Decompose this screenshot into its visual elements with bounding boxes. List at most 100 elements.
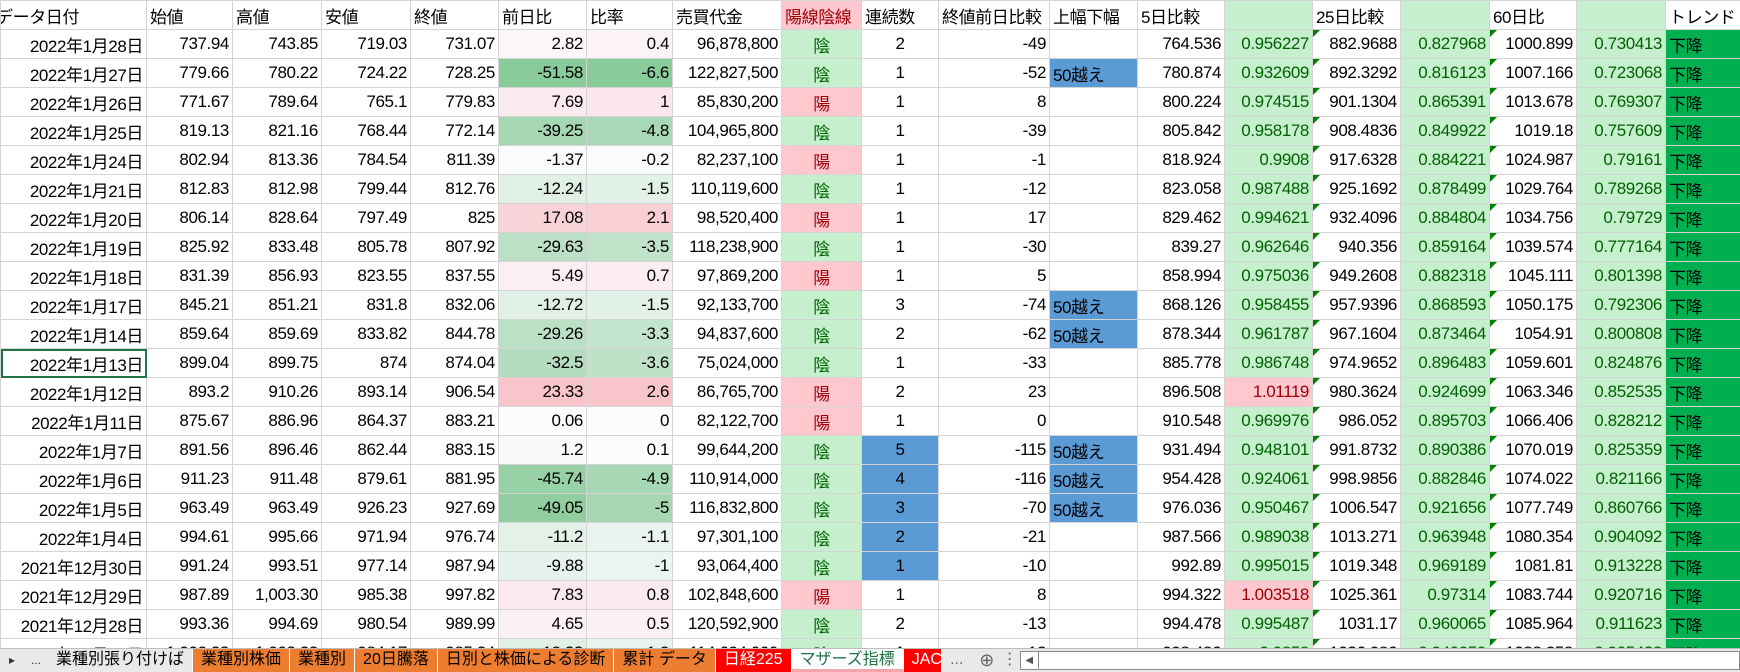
cell-range[interactable] xyxy=(1049,174,1138,204)
cell-trend[interactable]: 下降 xyxy=(1665,551,1740,581)
cell-ma25[interactable]: 1025.361 xyxy=(1312,580,1401,610)
cell-volume[interactable]: 94,837,600 xyxy=(672,319,782,349)
cell-ma60-ratio[interactable]: 0.913228 xyxy=(1576,551,1666,581)
cell-open[interactable]: 859.64 xyxy=(146,319,233,349)
cell-low[interactable]: 823.55 xyxy=(321,261,411,291)
cell-open[interactable]: 963.49 xyxy=(146,493,233,523)
cell-close[interactable]: 883.15 xyxy=(410,435,499,465)
cell-ma5[interactable]: 878.344 xyxy=(1137,319,1225,349)
cell-high[interactable]: 994.69 xyxy=(232,609,322,639)
cell-volume[interactable]: 82,237,100 xyxy=(672,145,782,175)
cell-streak[interactable]: 2 xyxy=(861,29,939,59)
cell-close[interactable]: 906.54 xyxy=(410,377,499,407)
cell-ma60[interactable]: 1066.406 xyxy=(1489,406,1577,436)
cell-ma5[interactable]: 868.126 xyxy=(1137,290,1225,320)
cell-rate[interactable]: -1.2 xyxy=(586,638,673,648)
cell-ma5[interactable]: 829.462 xyxy=(1137,203,1225,233)
cell-ma60-ratio[interactable]: 0.852535 xyxy=(1576,377,1666,407)
cell-rate[interactable]: -6.6 xyxy=(586,58,673,88)
split-handle-icon[interactable]: ⋮ xyxy=(1002,649,1018,672)
cell-rate[interactable]: 0.1 xyxy=(586,435,673,465)
cell-ma25-ratio[interactable]: 0.865391 xyxy=(1400,87,1490,117)
cell-rate[interactable]: 2.1 xyxy=(586,203,673,233)
cell-rate[interactable]: 0.4 xyxy=(586,29,673,59)
cell-change[interactable]: 17.08 xyxy=(498,203,587,233)
cell-ma60-ratio[interactable]: 0.769307 xyxy=(1576,87,1666,117)
cell-ma25-ratio[interactable]: 0.969189 xyxy=(1400,551,1490,581)
cell-open[interactable]: 806.14 xyxy=(146,203,233,233)
cell-high[interactable]: 743.85 xyxy=(232,29,322,59)
cell-close[interactable]: 779.83 xyxy=(410,87,499,117)
cell-ma60[interactable]: 1083.744 xyxy=(1489,580,1577,610)
cell-rate[interactable]: -3.6 xyxy=(586,348,673,378)
cell-close-diff[interactable]: 23 xyxy=(938,377,1050,407)
cell-ma25[interactable]: 974.9652 xyxy=(1312,348,1401,378)
cell-high[interactable]: 851.21 xyxy=(232,290,322,320)
cell-open[interactable]: 825.92 xyxy=(146,232,233,262)
cell-close-diff[interactable]: 17 xyxy=(938,203,1050,233)
cell-date[interactable]: 2021年12月30日 xyxy=(0,551,147,581)
cell-low[interactable]: 805.78 xyxy=(321,232,411,262)
cell-rate[interactable]: 0 xyxy=(586,406,673,436)
cell-close-diff[interactable]: -10 xyxy=(938,551,1050,581)
cell-close[interactable]: 844.78 xyxy=(410,319,499,349)
cell-range[interactable] xyxy=(1049,609,1138,639)
cell-candle[interactable]: 陰 xyxy=(781,638,862,648)
cell-high[interactable]: 821.16 xyxy=(232,116,322,146)
cell-volume[interactable]: 99,644,200 xyxy=(672,435,782,465)
cell-candle[interactable]: 陰 xyxy=(781,319,862,349)
cell-ma60[interactable]: 1059.601 xyxy=(1489,348,1577,378)
cell-ma5[interactable]: 805.842 xyxy=(1137,116,1225,146)
cell-ma25-ratio[interactable]: 0.97314 xyxy=(1400,580,1490,610)
cell-low[interactable]: 864.37 xyxy=(321,406,411,436)
cell-ma25[interactable]: 980.3624 xyxy=(1312,377,1401,407)
cell-close-diff[interactable]: -116 xyxy=(938,464,1050,494)
cell-high[interactable]: 789.64 xyxy=(232,87,322,117)
header-date[interactable]: データ日付 xyxy=(0,0,147,30)
cell-low[interactable]: 862.44 xyxy=(321,435,411,465)
cell-ma60[interactable]: 1088.258 xyxy=(1489,638,1577,648)
cell-high[interactable]: 963.49 xyxy=(232,493,322,523)
cell-rate[interactable]: -3.5 xyxy=(586,232,673,262)
cell-ma60-ratio[interactable]: 0.801398 xyxy=(1576,261,1666,291)
cell-ma25[interactable]: 940.356 xyxy=(1312,232,1401,262)
cell-close-diff[interactable]: -62 xyxy=(938,319,1050,349)
cell-candle[interactable]: 陰 xyxy=(781,290,862,320)
cell-ma60-ratio[interactable]: 0.824876 xyxy=(1576,348,1666,378)
cell-ma5[interactable]: 931.494 xyxy=(1137,435,1225,465)
cell-ma5-ratio[interactable]: 0.995487 xyxy=(1224,609,1313,639)
cell-high[interactable]: 886.96 xyxy=(232,406,322,436)
cell-ma5[interactable]: 818.924 xyxy=(1137,145,1225,175)
cell-trend[interactable]: 下降 xyxy=(1665,609,1740,639)
header-trend[interactable]: トレンド xyxy=(1665,0,1740,30)
cell-rate[interactable]: -0.2 xyxy=(586,145,673,175)
cell-range[interactable]: 50越え xyxy=(1049,319,1138,349)
cell-ma5[interactable]: 976.036 xyxy=(1137,493,1225,523)
cell-high[interactable]: 899.75 xyxy=(232,348,322,378)
cell-ma25[interactable]: 967.1604 xyxy=(1312,319,1401,349)
cell-ma60-ratio[interactable]: 0.828212 xyxy=(1576,406,1666,436)
cell-close[interactable]: 772.14 xyxy=(410,116,499,146)
cell-change[interactable]: 7.83 xyxy=(498,580,587,610)
cell-ma60[interactable]: 1085.964 xyxy=(1489,609,1577,639)
cell-streak[interactable]: 1 xyxy=(861,551,939,581)
cell-date[interactable]: 2022年1月26日 xyxy=(0,87,147,117)
cell-range[interactable] xyxy=(1049,232,1138,262)
cell-candle[interactable]: 陽 xyxy=(781,145,862,175)
cell-close[interactable]: 731.07 xyxy=(410,29,499,59)
cell-rate[interactable]: 2.6 xyxy=(586,377,673,407)
cell-rate[interactable]: -5 xyxy=(586,493,673,523)
cell-trend[interactable]: 下降 xyxy=(1665,58,1740,88)
cell-date[interactable]: 2022年1月24日 xyxy=(0,145,147,175)
cell-ma5[interactable]: 992.89 xyxy=(1137,551,1225,581)
cell-volume[interactable]: 93,064,400 xyxy=(672,551,782,581)
cell-rate[interactable]: -1 xyxy=(586,551,673,581)
cell-ma60[interactable]: 1034.756 xyxy=(1489,203,1577,233)
cell-range[interactable]: 50越え xyxy=(1049,464,1138,494)
header-ma60[interactable]: 60日比 xyxy=(1489,0,1577,30)
cell-ma25[interactable]: 1006.547 xyxy=(1312,493,1401,523)
cell-streak[interactable]: 4 xyxy=(861,464,939,494)
sheet-tab[interactable]: 累計 データ xyxy=(614,649,716,672)
cell-ma5[interactable]: 764.536 xyxy=(1137,29,1225,59)
cell-close-diff[interactable]: 0 xyxy=(938,406,1050,436)
